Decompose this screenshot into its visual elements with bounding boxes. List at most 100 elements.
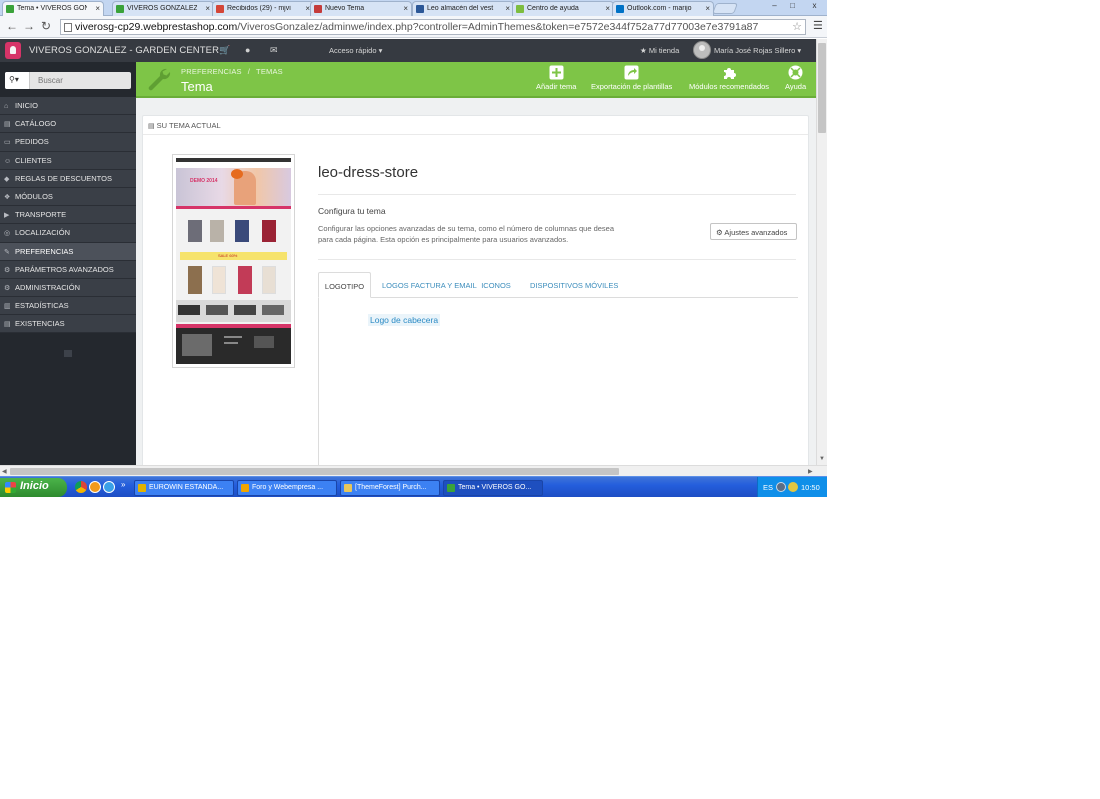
browser-tab[interactable]: Nuevo Tema × — [310, 1, 412, 16]
sidebar-item[interactable]: ⚙ PARÁMETROS AVANZADOS — [0, 260, 136, 279]
panel-heading: ▤ SU TEMA ACTUAL — [143, 116, 808, 135]
start-button[interactable]: Inicio — [0, 478, 67, 497]
sidebar-item[interactable]: ▤ EXISTENCIAS — [0, 315, 136, 334]
tab-mobile-devices[interactable]: DISPOSITIVOS MÓVILES — [530, 272, 618, 298]
browser-tab[interactable]: Recibidos (29) - mjvi × — [212, 1, 314, 16]
tray-app-icon[interactable] — [788, 482, 798, 492]
avatar[interactable] — [693, 41, 711, 59]
tab-close-icon[interactable]: × — [205, 4, 210, 13]
taskbar-task[interactable]: [ThemeForest] Purch... — [340, 480, 440, 496]
ie-icon[interactable] — [103, 481, 115, 493]
theme-preview-screenshot: DEMO 2014 SALE 60% — [176, 158, 291, 364]
url-field[interactable]: viverosg-cp29.webprestashop.com/ViverosG… — [60, 19, 806, 35]
tab-close-icon[interactable]: × — [705, 4, 710, 13]
breadcrumb-preferences[interactable]: PREFERENCIAS — [181, 67, 242, 76]
close-window-button[interactable]: x — [806, 1, 823, 11]
firefox-icon[interactable] — [89, 481, 101, 493]
system-tray: ES 10:50 — [757, 477, 827, 497]
network-icon[interactable] — [776, 482, 786, 492]
sidebar-item[interactable]: ⚙ ADMINISTRACIÓN — [0, 278, 136, 298]
tab-close-icon[interactable]: × — [505, 4, 510, 13]
back-arrow-icon[interactable]: ← — [6, 19, 18, 33]
tab-close-icon[interactable]: × — [605, 4, 610, 13]
breadcrumb-themes[interactable]: TEMAS — [256, 67, 283, 76]
restore-window-button[interactable]: □ — [784, 1, 801, 11]
my-shop-link[interactable]: ★ Mi tienda — [640, 46, 679, 55]
caret-down-icon: ▾ — [797, 46, 802, 55]
tab-invoice-email-logos[interactable]: LOGOS FACTURA Y EMAIL — [382, 272, 477, 298]
tab-logo[interactable]: LOGOTIPO — [318, 272, 371, 298]
sidebar-search: ⚲▾ — [5, 72, 131, 89]
thumb-banner-text: DEMO 2014 — [190, 178, 218, 184]
page-head: PREFERENCIAS / TEMAS Tema Añadir tema Expo… — [136, 62, 816, 98]
taskbar-task[interactable]: Foro y Webempresa ... — [237, 480, 337, 496]
browser-menu-icon[interactable]: ☰ — [813, 19, 823, 32]
user-icon[interactable]: ● — [245, 45, 250, 55]
sidebar-item-icon: ▥ — [4, 303, 11, 311]
user-menu[interactable]: María José Rojas Sillero ▾ — [714, 46, 801, 55]
sidebar-item[interactable]: ☺ CLIENTES — [0, 151, 136, 170]
search-input[interactable] — [34, 72, 129, 89]
vertical-scrollbar-thumb[interactable] — [818, 43, 826, 133]
help-button[interactable]: Ayuda — [785, 65, 806, 91]
shop-name[interactable]: VIVEROS GONZALEZ - GARDEN CENTER — [29, 45, 219, 56]
vertical-scrollbar[interactable]: ▼ — [816, 39, 827, 465]
new-tab-button[interactable] — [711, 3, 739, 14]
forward-arrow-icon[interactable]: → — [23, 19, 35, 33]
sidebar-item[interactable]: ◎ LOCALIZACIÓN — [0, 224, 136, 243]
chrome-icon[interactable] — [75, 481, 87, 493]
recommended-modules-button[interactable]: Módulos recomendados — [689, 65, 769, 91]
theme-name: leo-dress-store — [318, 164, 419, 181]
taskbar-task-label: Tema • VIVEROS GO... — [458, 484, 532, 491]
sidebar-item[interactable]: ▶ TRANSPORTE — [0, 206, 136, 225]
sidebar-collapse-handle[interactable] — [64, 350, 72, 357]
sidebar-item[interactable]: ⌂ INICIO — [0, 97, 136, 116]
tab-close-icon[interactable]: × — [95, 4, 100, 13]
task-app-icon — [447, 484, 455, 492]
sidebar-item[interactable]: ❖ MÓDULOS — [0, 187, 136, 207]
export-templates-button[interactable]: Exportación de plantillas — [591, 65, 672, 91]
sidebar-item[interactable]: ✎ PREFERENCIAS — [0, 242, 136, 261]
export-icon — [624, 65, 639, 80]
browser-tab[interactable]: Centro de ayuda × — [512, 1, 614, 16]
task-app-icon — [344, 484, 352, 492]
sidebar-item[interactable]: ▤ CATÁLOGO — [0, 115, 136, 134]
advanced-settings-button[interactable]: ⚙ Ajustes avanzados — [710, 223, 797, 240]
prestashop-logo-icon[interactable] — [5, 42, 21, 59]
sidebar-item[interactable]: ◆ REGLAS DE DESCUENTOS — [0, 169, 136, 188]
mail-icon[interactable]: ✉ — [270, 45, 278, 56]
tab-favicon-icon — [314, 5, 322, 13]
browser-tab[interactable]: Leo almacén del vest × — [412, 1, 514, 16]
sidebar-item[interactable]: ▭ PEDIDOS — [0, 133, 136, 152]
taskbar-task[interactable]: EUROWIN ESTANDA... — [134, 480, 234, 496]
page-icon — [64, 23, 72, 32]
horizontal-scrollbar-thumb[interactable] — [10, 468, 619, 475]
theme-preview-image: DEMO 2014 SALE 60% — [172, 154, 295, 368]
browser-tab[interactable]: Tema • VIVEROS GONZ × — [2, 1, 104, 16]
taskbar-task[interactable]: Tema • VIVEROS GO... — [443, 480, 543, 496]
reload-icon[interactable]: ↻ — [41, 19, 51, 33]
horizontal-scrollbar[interactable]: ◀ ▶ — [0, 465, 827, 476]
bookmark-star-icon[interactable]: ☆ — [792, 20, 802, 33]
main-content: ▤ SU TEMA ACTUAL DEMO 2014 SALE 60% leo-… — [136, 98, 816, 475]
browser-tab[interactable]: Outlook.com - marijo × — [612, 1, 714, 16]
language-indicator[interactable]: ES — [763, 483, 773, 492]
scroll-down-arrow-icon[interactable]: ▼ — [819, 456, 825, 462]
search-dropdown-button[interactable]: ⚲▾ — [5, 72, 30, 89]
tab-icons[interactable]: ICONOS — [481, 272, 511, 298]
sidebar-item-label: PREFERENCIAS — [15, 246, 74, 256]
cart-icon[interactable]: 🛒 — [219, 45, 230, 56]
scroll-left-arrow-icon[interactable]: ◀ — [2, 468, 7, 475]
sidebar-menu: ⌂ INICIO ▤ CATÁLOGO ▭ PEDIDOS ☺ CLIENTES ◆ REGLAS… — [0, 97, 136, 334]
tab-close-icon[interactable]: × — [403, 4, 408, 13]
minimize-window-button[interactable]: – — [766, 1, 783, 11]
add-theme-button[interactable]: Añadir tema — [536, 65, 576, 91]
sidebar-item-label: INICIO — [15, 101, 38, 110]
theme-tabs: LOGOTIPO LOGOS FACTURA Y EMAIL ICONOS DI… — [318, 272, 798, 298]
scroll-right-arrow-icon[interactable]: ▶ — [808, 468, 813, 475]
quick-launch-more-icon[interactable]: » — [121, 480, 125, 489]
quick-access-menu[interactable]: Acceso rápido ▾ — [329, 46, 382, 55]
quick-access-label: Acceso rápido — [329, 46, 377, 55]
browser-tab[interactable]: VIVEROS GONZALEZ × — [112, 1, 214, 16]
sidebar-item[interactable]: ▥ ESTADÍSTICAS — [0, 297, 136, 316]
